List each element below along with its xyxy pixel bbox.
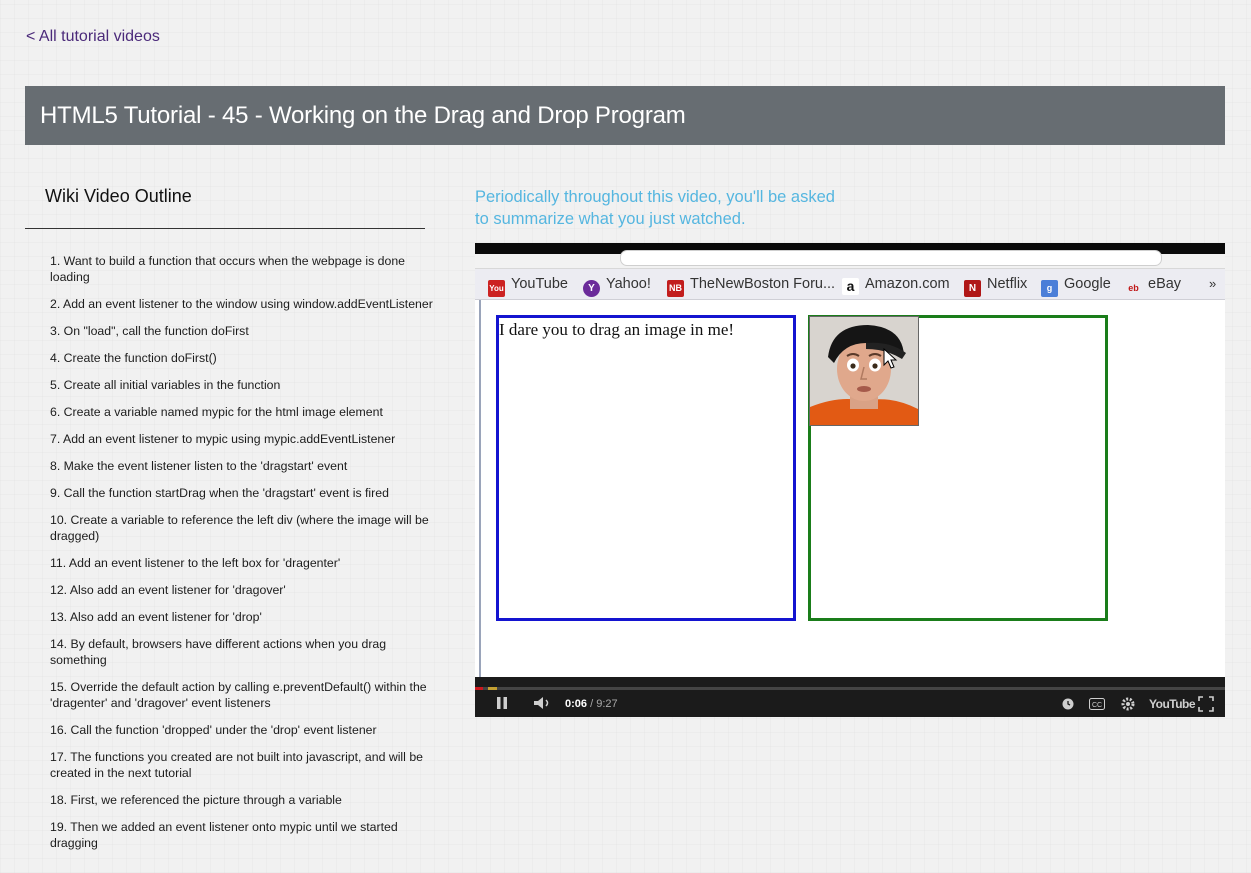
pause-icon[interactable]	[495, 696, 509, 710]
video-current-time: 0:06	[565, 698, 588, 710]
summary-prompt: Periodically throughout this video, you'…	[475, 186, 895, 230]
bookmark-netflix: N Netflix	[964, 276, 1027, 297]
bookmark-thenewboston: NB TheNewBoston Foru...	[667, 276, 835, 297]
outline-item: 13. Also add an event listener for 'drop…	[50, 610, 262, 624]
outline-item: 9. Call the function startDrag when the …	[50, 486, 389, 500]
youtube-logo-icon[interactable]: YouTube	[1149, 697, 1196, 711]
ebay-icon: eb	[1128, 283, 1139, 293]
bookmark-ebay-label: eBay	[1148, 276, 1182, 292]
outline-heading: Wiki Video Outline	[45, 186, 192, 206]
thenewboston-icon: NB	[667, 280, 684, 297]
video-duration: / 9:27	[590, 698, 618, 710]
outline-item: 3. On "load", call the function doFirst	[50, 324, 249, 338]
netflix-icon: N	[964, 280, 981, 297]
bookmark-amazon: a Amazon.com	[842, 276, 950, 295]
outline-item: 11. Add an event listener to the left bo…	[50, 556, 341, 570]
google-icon: g	[1041, 280, 1058, 297]
video-bookmarks-bar: You YouTube Y Yahoo! NB TheNewBoston Foru..…	[475, 269, 1225, 300]
summary-prompt-line2: to summarize what you just watched.	[475, 210, 746, 228]
youtube-icon: You	[488, 280, 505, 297]
captions-icon[interactable]: CC	[1089, 698, 1105, 710]
bookmark-ebay: eb eBay	[1125, 276, 1181, 297]
bookmark-youtube-label: YouTube	[511, 276, 568, 292]
video-web-page: I dare you to drag an image in me!	[475, 300, 1225, 677]
settings-gear-icon[interactable]	[1120, 696, 1136, 712]
outline-item: 5. Create all initial variables in the f…	[50, 378, 281, 392]
amazon-icon: a	[842, 278, 859, 295]
video-drop-box-text: I dare you to drag an image in me!	[499, 320, 735, 339]
video-drop-box-left: I dare you to drag an image in me!	[496, 315, 796, 621]
bookmark-netflix-label: Netflix	[987, 276, 1028, 292]
outline-item: 14. By default, browsers have different …	[50, 637, 387, 667]
title-bar: HTML5 Tutorial - 45 - Working on the Dra…	[25, 86, 1225, 145]
back-to-tutorials-link[interactable]: < All tutorial videos	[26, 28, 160, 46]
volume-icon[interactable]	[533, 696, 553, 710]
bookmarks-overflow-icon: »	[1209, 276, 1217, 291]
video-browser-address-bar	[475, 250, 1225, 269]
outline-item: 19. Then we added an event listener onto…	[50, 820, 398, 850]
video-time-display: 0:06 / 9:27	[565, 698, 618, 710]
outline-item: 17. The functions you created are not bu…	[50, 750, 423, 780]
bookmark-amazon-label: Amazon.com	[865, 276, 950, 292]
outline-item: 18. First, we referenced the picture thr…	[50, 793, 342, 807]
svg-text:CC: CC	[1092, 702, 1102, 709]
yahoo-icon: Y	[583, 280, 600, 297]
outline-item: 4. Create the function doFirst()	[50, 351, 217, 365]
video-player[interactable]: You YouTube Y Yahoo! NB TheNewBoston Foru..…	[475, 243, 1225, 717]
bookmark-yahoo-label: Yahoo!	[606, 276, 651, 292]
outline-item: 6. Create a variable named mypic for the…	[50, 405, 383, 419]
summary-prompt-line1: Periodically throughout this video, you'…	[475, 188, 835, 206]
outline-item: 2. Add an event listener to the window u…	[50, 297, 433, 311]
mouse-cursor-icon	[883, 348, 898, 369]
fullscreen-icon[interactable]	[1198, 696, 1214, 712]
bookmark-google: g Google	[1041, 276, 1111, 297]
outline-item: 16. Call the function 'dropped' under th…	[50, 723, 377, 737]
video-controls: 0:06 / 9:27 CC YouTube	[475, 677, 1225, 717]
bookmark-youtube: You YouTube	[488, 276, 568, 297]
page-title: HTML5 Tutorial - 45 - Working on the Dra…	[40, 102, 686, 129]
bookmark-google-label: Google	[1064, 276, 1111, 292]
video-progress-bar[interactable]	[475, 687, 1225, 690]
bookmark-thenewboston-label: TheNewBoston Foru...	[690, 276, 836, 292]
outline-item: 8. Make the event listener listen to the…	[50, 459, 348, 473]
video-presenter-photo	[809, 316, 919, 426]
outline-item: 1. Want to build a function that occurs …	[50, 254, 406, 284]
outline-list: 1. Want to build a function that occurs …	[50, 253, 435, 862]
outline-item: 7. Add an event listener to mypic using …	[50, 432, 396, 446]
outline-item: 15. Override the default action by calli…	[50, 680, 427, 710]
outline-item: 10. Create a variable to reference the l…	[50, 513, 429, 543]
outline-divider	[25, 228, 425, 229]
bookmark-yahoo: Y Yahoo!	[583, 276, 651, 297]
outline-item: 12. Also add an event listener for 'drag…	[50, 583, 286, 597]
watch-later-icon[interactable]	[1062, 698, 1074, 710]
